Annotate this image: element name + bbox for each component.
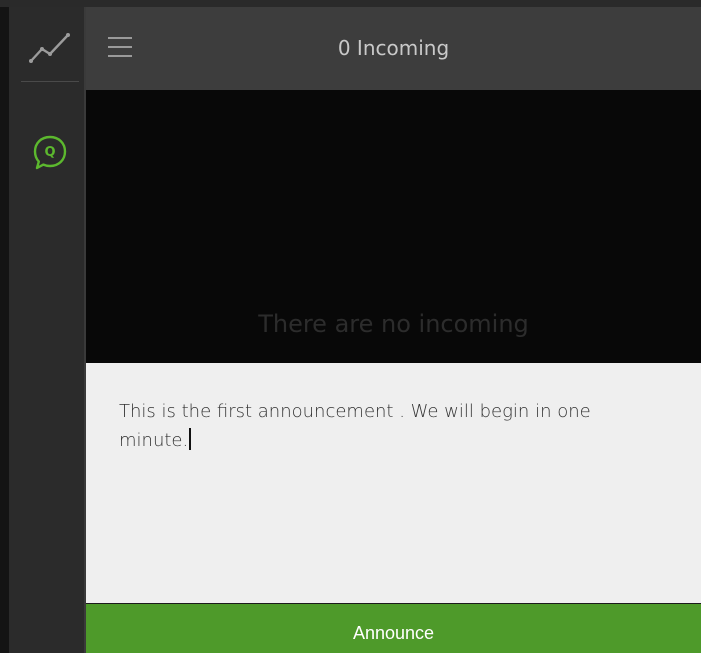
hamburger-menu-icon[interactable] [108, 37, 132, 57]
app-window: Q 0 Incoming There are no incoming This … [0, 0, 701, 653]
sidebar-item-stats[interactable] [21, 19, 79, 77]
sidebar-item-questions[interactable]: Q [21, 125, 79, 183]
window-left-edge [0, 7, 9, 653]
page-title: 0 Incoming [337, 36, 450, 60]
header-bar: 0 Incoming [86, 7, 701, 90]
sidebar-divider [21, 81, 79, 82]
announcement-composer[interactable]: This is the first announcement . We will… [86, 363, 701, 603]
text-caret [189, 428, 192, 450]
q-chat-bubble-glyph: Q [44, 145, 55, 160]
announce-button[interactable]: Announce [86, 604, 701, 653]
incoming-list-panel: There are no incoming [86, 90, 701, 363]
announcement-text-input[interactable]: This is the first announcement . We will… [119, 397, 659, 455]
window-top-edge [0, 0, 701, 7]
q-chat-bubble-icon: Q [33, 135, 67, 170]
empty-state-message: There are no incoming [258, 310, 529, 338]
trend-line-icon [29, 33, 70, 63]
sidebar: Q [9, 7, 86, 653]
